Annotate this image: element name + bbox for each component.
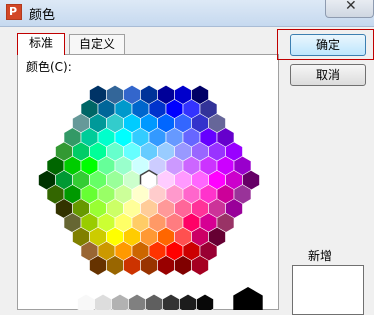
new-color-preview	[292, 265, 364, 315]
ok-button[interactable]: 确定	[290, 34, 366, 56]
color-dialog: P 颜色 ✕ 标准 自定义 颜色(C): 确定 取消 新增	[0, 0, 374, 315]
new-color-label: 新增	[308, 249, 333, 263]
black-swatch[interactable]	[233, 287, 263, 310]
gray-swatch[interactable]	[179, 293, 197, 310]
gray-swatch[interactable]	[128, 293, 146, 310]
gray-swatch[interactable]	[196, 293, 214, 310]
cancel-button[interactable]: 取消	[290, 64, 366, 86]
gray-swatch[interactable]	[162, 293, 180, 310]
gray-swatch[interactable]	[111, 293, 129, 310]
tab-standard[interactable]: 标准	[17, 33, 65, 55]
gray-swatch[interactable]	[145, 293, 163, 310]
gray-swatch[interactable]	[94, 293, 112, 310]
gray-swatch[interactable]	[77, 293, 95, 310]
